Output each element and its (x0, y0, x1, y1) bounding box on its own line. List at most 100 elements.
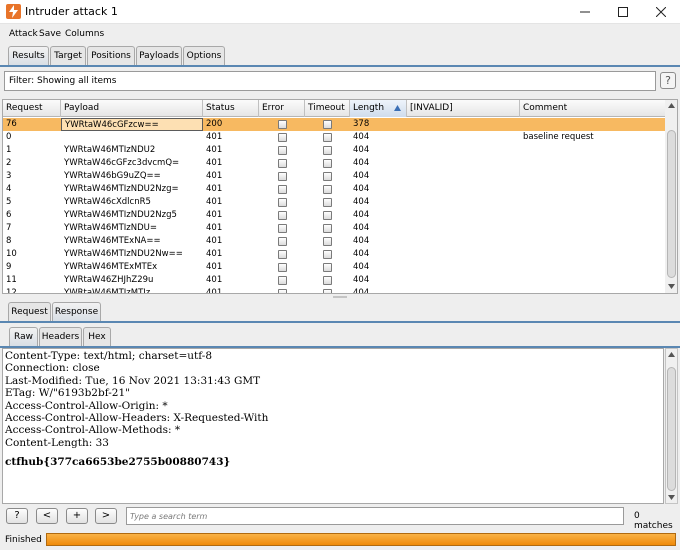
menu-attack[interactable]: Attack (9, 29, 38, 39)
error-checkbox[interactable] (278, 159, 287, 168)
search-input[interactable] (130, 510, 618, 523)
timeout-checkbox[interactable] (323, 276, 332, 285)
table-row[interactable]: 7 YWRtaW46MTIzNDU= 401 404 (3, 222, 665, 235)
pane-splitter[interactable] (0, 295, 680, 301)
timeout-checkbox[interactable] (323, 250, 332, 259)
tab-request[interactable]: Request (8, 302, 51, 322)
table-row[interactable]: 0 401 404 baseline request (3, 131, 665, 144)
minimize-button[interactable] (568, 0, 602, 24)
col-length[interactable]: Length (350, 100, 407, 117)
table-row[interactable]: 10 YWRtaW46MTIzNDU2Nw== 401 404 (3, 248, 665, 261)
search-prev-button[interactable]: < (36, 508, 58, 524)
menu-columns[interactable]: Columns (65, 29, 104, 39)
search-next-button[interactable]: > (95, 508, 117, 524)
timeout-checkbox[interactable] (323, 263, 332, 272)
tab-headers[interactable]: Headers (39, 327, 82, 347)
error-checkbox[interactable] (278, 172, 287, 181)
error-checkbox[interactable] (278, 133, 287, 142)
filter-help-button[interactable]: ? (660, 72, 676, 89)
maximize-button[interactable] (606, 0, 640, 24)
scroll-down-icon[interactable] (668, 495, 675, 500)
cell-payload: YWRtaW46MTIzNDU2Nzg5 (64, 210, 177, 220)
error-checkbox[interactable] (278, 211, 287, 220)
table-row[interactable]: 9 YWRtaW46MTExMTEx 401 404 (3, 261, 665, 274)
table-scroll-thumb[interactable] (667, 130, 676, 278)
table-row[interactable]: 1 YWRtaW46MTIzNDU2 401 404 (3, 144, 665, 157)
tab-options[interactable]: Options (183, 46, 225, 66)
cell-request: 76 (6, 119, 17, 129)
col-comment[interactable]: Comment (520, 100, 665, 117)
tab-response[interactable]: Response (52, 302, 101, 322)
timeout-checkbox[interactable] (323, 289, 332, 293)
tab-positions[interactable]: Positions (87, 46, 135, 66)
timeout-checkbox[interactable] (323, 237, 332, 246)
error-checkbox[interactable] (278, 224, 287, 233)
cell-comment (520, 248, 665, 261)
cell-length: 404 (353, 249, 370, 259)
scroll-down-icon[interactable] (668, 284, 675, 289)
cell-payload: YWRtaW46MTExNA== (64, 236, 161, 246)
tab-raw[interactable]: Raw (9, 327, 38, 347)
tab-target[interactable]: Target (50, 46, 86, 66)
tab-divider (0, 65, 680, 67)
menu-save[interactable]: Save (39, 29, 61, 39)
col-request[interactable]: Request (3, 100, 61, 117)
cell-status: 401 (206, 210, 223, 220)
tab-results[interactable]: Results (8, 46, 49, 66)
error-checkbox[interactable] (278, 237, 287, 246)
timeout-checkbox[interactable] (323, 133, 332, 142)
col-error[interactable]: Error (259, 100, 305, 117)
error-checkbox[interactable] (278, 263, 287, 272)
search-match-count: 0 matches (634, 511, 673, 531)
cell-comment (520, 144, 665, 157)
response-raw-view[interactable]: Content-Type: text/html; charset=utf-8 C… (2, 348, 664, 504)
table-row[interactable]: 12 YWRtaW46MTIzMTIz 401 404 (3, 287, 665, 294)
col-timeout[interactable]: Timeout (305, 100, 350, 117)
col-length-label: Length (353, 103, 385, 113)
response-scroll-thumb[interactable] (667, 367, 676, 491)
timeout-checkbox[interactable] (323, 224, 332, 233)
response-vscrollbar[interactable] (665, 348, 678, 504)
table-row[interactable]: 76 YWRtaW46cGFzcw== 200 378 (3, 118, 665, 131)
col-status[interactable]: Status (203, 100, 259, 117)
table-row[interactable]: 3 YWRtaW46bG9uZQ== 401 404 (3, 170, 665, 183)
timeout-checkbox[interactable] (323, 172, 332, 181)
col-payload[interactable]: Payload (61, 100, 203, 117)
search-box[interactable] (126, 507, 624, 525)
cell-length: 404 (353, 197, 370, 207)
timeout-checkbox[interactable] (323, 120, 332, 129)
table-row[interactable]: 2 YWRtaW46cGFzc3dvcmQ= 401 404 (3, 157, 665, 170)
tab-payloads[interactable]: Payloads (136, 46, 182, 66)
scroll-up-icon[interactable] (668, 103, 675, 108)
error-checkbox[interactable] (278, 198, 287, 207)
cell-status: 401 (206, 223, 223, 233)
tab-hex[interactable]: Hex (83, 327, 111, 347)
close-button[interactable] (644, 0, 678, 24)
view-tabs: Raw Headers Hex (0, 327, 680, 347)
table-row[interactable]: 5 YWRtaW46cXdlcnR5 401 404 (3, 196, 665, 209)
search-help-button[interactable]: ? (6, 508, 28, 524)
table-row[interactable]: 6 YWRtaW46MTIzNDU2Nzg5 401 404 (3, 209, 665, 222)
error-checkbox[interactable] (278, 185, 287, 194)
table-vscrollbar[interactable] (665, 100, 677, 293)
error-checkbox[interactable] (278, 276, 287, 285)
timeout-checkbox[interactable] (323, 146, 332, 155)
scroll-up-icon[interactable] (668, 352, 675, 357)
error-checkbox[interactable] (278, 250, 287, 259)
cell-length: 404 (353, 288, 370, 294)
timeout-checkbox[interactable] (323, 185, 332, 194)
timeout-checkbox[interactable] (323, 198, 332, 207)
timeout-checkbox[interactable] (323, 211, 332, 220)
response-line: Access-Control-Allow-Headers: X-Requeste… (5, 411, 269, 424)
error-checkbox[interactable] (278, 146, 287, 155)
table-row[interactable]: 11 YWRtaW46ZHJhZ29u 401 404 (3, 274, 665, 287)
table-row[interactable]: 4 YWRtaW46MTIzNDU2Nzg= 401 404 (3, 183, 665, 196)
filter-bar[interactable]: Filter: Showing all items (4, 71, 656, 91)
error-checkbox[interactable] (278, 289, 287, 293)
table-row[interactable]: 8 YWRtaW46MTExNA== 401 404 (3, 235, 665, 248)
col-invalid[interactable]: [INVALID] (407, 100, 520, 117)
timeout-checkbox[interactable] (323, 159, 332, 168)
cell-comment (520, 183, 665, 196)
search-add-button[interactable]: + (66, 508, 88, 524)
error-checkbox[interactable] (278, 120, 287, 129)
